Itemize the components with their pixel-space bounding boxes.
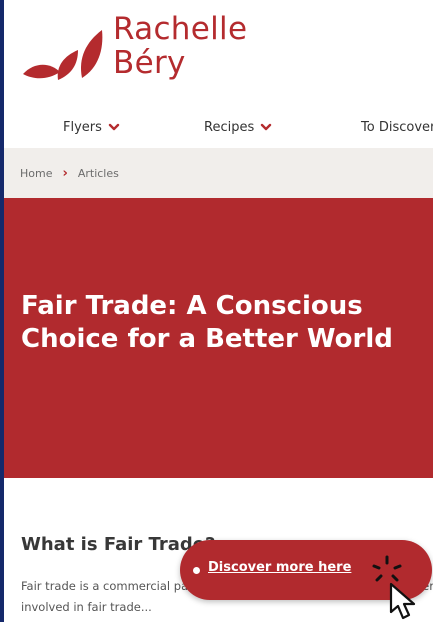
page-title: Fair Trade: A Conscious Choice for a Bet…: [21, 291, 393, 354]
breadcrumb-home[interactable]: Home: [20, 167, 52, 180]
chevron-down-icon: [108, 123, 120, 131]
bullet-dot-icon: [193, 567, 200, 574]
page: Rachelle Béry Flyers Recipes To Discover…: [4, 0, 433, 622]
site-header: Rachelle Béry Flyers Recipes To Discover: [4, 0, 433, 150]
breadcrumb-articles[interactable]: Articles: [78, 167, 119, 180]
pointer-cursor-icon: [389, 582, 416, 620]
brand-name-line1: Rachelle: [113, 11, 248, 47]
nav-item-recipes[interactable]: Recipes: [204, 116, 272, 138]
breadcrumb: Home › Articles: [4, 148, 433, 198]
nav-item-label: To Discover: [361, 119, 433, 135]
nav-item-label: Flyers: [63, 119, 102, 135]
nav-item-label: Recipes: [204, 119, 255, 135]
brand-name: Rachelle Béry: [113, 12, 263, 80]
discover-more-link[interactable]: Discover more here: [208, 560, 351, 575]
chevron-right-icon: ›: [62, 165, 68, 181]
nav-item-to-discover[interactable]: To Discover: [361, 116, 433, 138]
brand-logo[interactable]: Rachelle Béry: [20, 12, 260, 100]
main-nav: Flyers Recipes To Discover: [4, 110, 433, 140]
hero-banner: Fair Trade: A Conscious Choice for a Bet…: [4, 198, 433, 478]
nav-item-flyers[interactable]: Flyers: [63, 116, 120, 138]
leaf-logo-icon: [23, 30, 103, 80]
brand-name-line2: Béry: [113, 45, 186, 81]
chevron-down-icon: [261, 123, 272, 131]
